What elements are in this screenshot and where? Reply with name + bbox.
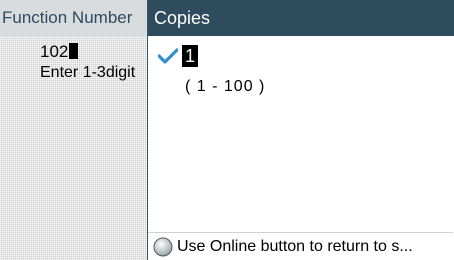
function-number-hint: Enter 1-3digit (40, 64, 136, 81)
copies-dialog: Copies 1 ( 1 - 100 ) Use Online button t… (147, 0, 454, 260)
dialog-footer: Use Online button to return to s... (148, 232, 453, 260)
copies-value-row[interactable]: 1 (158, 44, 199, 68)
online-button-icon (153, 237, 173, 256)
background-panel: Function Number 102 Enter 1-3digit (0, 0, 150, 260)
copies-input[interactable]: 1 (182, 45, 199, 67)
dialog-title: Copies (148, 0, 454, 36)
copies-range-label: ( 1 - 100 ) (185, 78, 266, 95)
footer-instruction: Use Online button to return to s... (177, 237, 413, 255)
text-cursor (69, 43, 79, 59)
function-number-title: Function Number (0, 0, 150, 36)
function-number-value: 102 (40, 42, 79, 62)
printer-panel-screen: Function Number 102 Enter 1-3digit Copie… (0, 0, 454, 260)
checkmark-icon (158, 48, 178, 64)
function-number-text: 102 (40, 42, 69, 61)
